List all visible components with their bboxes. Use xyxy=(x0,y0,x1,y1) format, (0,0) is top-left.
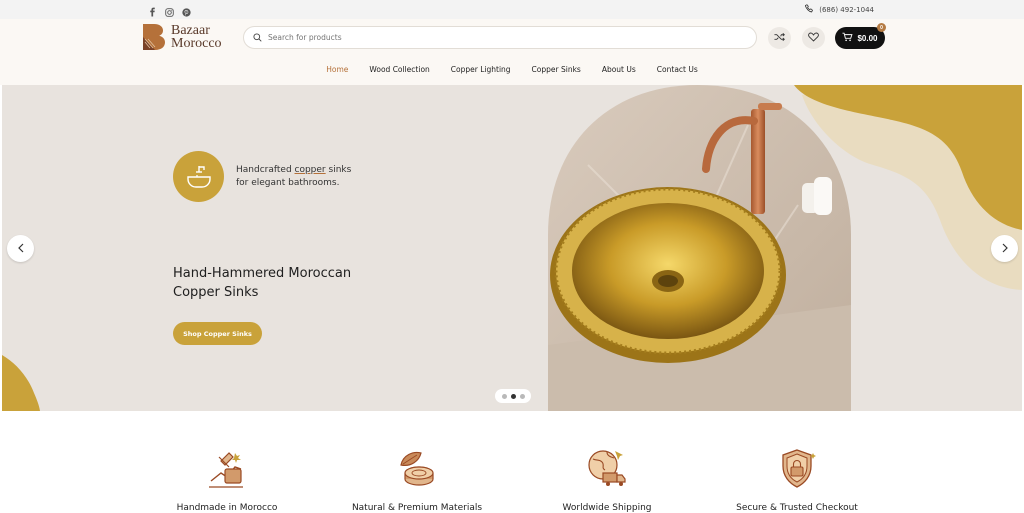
hero-headline: Hand-Hammered Moroccan Copper Sinks xyxy=(173,264,373,302)
handmade-icon xyxy=(209,452,243,488)
shipping-globe-icon xyxy=(588,450,626,486)
badge-text-part: sinks xyxy=(325,164,352,175)
slider-next-button[interactable] xyxy=(991,235,1018,262)
badge-text-part: Handcrafted xyxy=(236,164,295,175)
search-bar[interactable] xyxy=(243,26,757,49)
hero-badge-text: Handcrafted copper sinks for elegant bat… xyxy=(236,164,356,190)
feature-secure-checkout: Secure & Trusted Checkout xyxy=(712,447,882,513)
feature-shipping: Worldwide Shipping xyxy=(522,447,692,513)
main-nav: Home Wood Collection Copper Lighting Cop… xyxy=(0,65,1024,74)
hero-feature-badge: Handcrafted copper sinks for elegant bat… xyxy=(173,151,356,202)
nav-item-contact-us[interactable]: Contact Us xyxy=(657,65,698,74)
compare-button[interactable] xyxy=(768,27,791,49)
shield-lock-icon xyxy=(782,449,816,488)
nav-item-copper-lighting[interactable]: Copper Lighting xyxy=(451,65,511,74)
nav-item-copper-sinks[interactable]: Copper Sinks xyxy=(532,65,581,74)
hero-product-image xyxy=(548,85,851,411)
logo-text-line2: Morocco xyxy=(171,36,222,51)
headline-line1: Hand-Hammered Moroccan xyxy=(173,266,352,281)
pinterest-icon[interactable] xyxy=(182,4,192,17)
slider-dot[interactable] xyxy=(501,393,507,399)
cart-count-badge: 0 xyxy=(877,23,886,32)
facebook-icon[interactable] xyxy=(148,4,158,17)
logo-mark-icon xyxy=(143,24,165,50)
slider-prev-button[interactable] xyxy=(7,235,34,262)
search-icon xyxy=(253,29,262,47)
social-links xyxy=(148,4,192,17)
slider-dot[interactable] xyxy=(519,393,525,399)
cart-total: $0.00 xyxy=(857,33,878,43)
nav-item-wood-collection[interactable]: Wood Collection xyxy=(369,65,429,74)
search-input[interactable] xyxy=(268,33,728,42)
phone-contact[interactable]: (686) 492-1044 xyxy=(805,4,874,15)
badge-text-highlight: copper xyxy=(294,164,326,175)
shop-copper-sinks-button[interactable]: Shop Copper Sinks xyxy=(173,322,262,345)
hero-decor-corner xyxy=(2,355,40,411)
instagram-icon[interactable] xyxy=(165,4,175,17)
phone-icon xyxy=(805,4,814,15)
logo[interactable]: Bazaar Morocco xyxy=(141,23,222,51)
headline-line2: Copper Sinks xyxy=(173,285,259,300)
sink-faucet-icon xyxy=(173,151,224,202)
features-row: Handmade in Morocco Natural & Premium Ma… xyxy=(0,411,1024,513)
hero-slider: Handcrafted copper sinks for elegant bat… xyxy=(2,85,1022,411)
phone-number: (686) 492-1044 xyxy=(819,5,874,14)
cart-icon xyxy=(842,32,854,44)
nav-item-about-us[interactable]: About Us xyxy=(602,65,636,74)
wood-log-icon xyxy=(400,451,434,486)
wishlist-button[interactable] xyxy=(802,27,825,49)
shuffle-icon xyxy=(774,29,785,47)
slider-dot-active[interactable] xyxy=(510,393,516,399)
badge-text-line2: for elegant bathrooms. xyxy=(236,177,340,188)
nav-item-home[interactable]: Home xyxy=(326,65,348,74)
chevron-left-icon xyxy=(17,240,25,258)
heart-icon xyxy=(808,29,819,47)
feature-materials: Natural & Premium Materials xyxy=(332,447,502,513)
site-header: Bazaar Morocco $0.00 0 Home Wood Collect… xyxy=(0,19,1024,85)
feature-handmade: Handmade in Morocco xyxy=(142,447,312,513)
slider-pagination xyxy=(495,389,531,403)
top-bar: (686) 492-1044 xyxy=(0,0,1024,19)
cart-button[interactable]: $0.00 0 xyxy=(835,23,886,49)
chevron-right-icon xyxy=(1001,240,1009,258)
